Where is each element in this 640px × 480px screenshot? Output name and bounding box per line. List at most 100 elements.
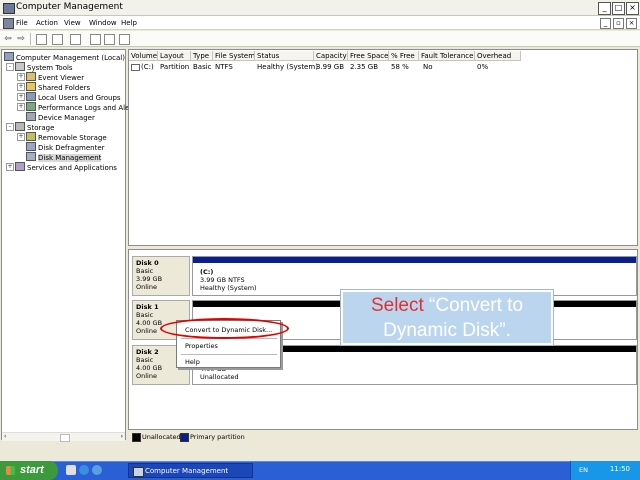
column-header-fault-tolerance[interactable]: Fault Tolerance [419, 51, 475, 61]
expand-icon[interactable]: + [17, 73, 25, 81]
language-indicator[interactable]: EN [579, 466, 588, 474]
minimize-button[interactable]: _ [598, 2, 611, 15]
toolbar-separator [30, 33, 31, 45]
column-header-overhead[interactable]: Overhead [475, 51, 521, 61]
tree-item-computer-management[interactable]: Computer Management (Local) [4, 52, 125, 62]
taskbar-item-computer-management[interactable]: Computer Management [128, 463, 253, 478]
disk-name: Disk 1 [136, 303, 159, 311]
scroll-left-icon[interactable]: ‹ [4, 433, 6, 440]
legend: Unallocated Primary partition [128, 431, 638, 442]
tree-item-services-applications[interactable]: Services and Applications [15, 162, 117, 172]
child-minimize-button[interactable]: _ [600, 18, 611, 29]
disk-state: Online [136, 327, 157, 335]
computer-icon [4, 52, 14, 61]
back-arrow-icon[interactable]: ⇦ [3, 34, 13, 44]
column-header-percent-free[interactable]: % Free [389, 51, 419, 61]
menu-window[interactable]: Window [89, 19, 117, 27]
menu-item-properties[interactable]: Properties [185, 342, 218, 350]
close-button[interactable]: × [626, 2, 639, 15]
partition-size: 3.99 GB NTFS [200, 276, 245, 284]
tree-item-disk-management[interactable]: Disk Management [26, 152, 102, 162]
disk-state: Online [136, 283, 157, 291]
disk-type: Basic [136, 267, 154, 275]
tree-item-removable-storage[interactable]: Removable Storage [26, 132, 107, 142]
menu-action[interactable]: Action [36, 19, 58, 27]
refresh-icon[interactable] [70, 34, 81, 45]
column-header-type[interactable]: Type [191, 51, 213, 61]
tree-item-event-viewer[interactable]: Event Viewer [26, 72, 84, 82]
mmc-menu-icon[interactable] [3, 18, 14, 29]
tree-item-label: Computer Management (Local) [16, 54, 125, 62]
expand-icon[interactable]: + [17, 133, 25, 141]
expand-icon[interactable]: + [17, 93, 25, 101]
menu-file[interactable]: File [16, 19, 28, 27]
show-desktop-icon[interactable] [66, 465, 76, 475]
media-player-icon[interactable] [92, 465, 102, 475]
column-header-file-system[interactable]: File System [213, 51, 255, 61]
tree-item-storage[interactable]: Storage [15, 122, 54, 132]
tree-item-device-manager[interactable]: Device Manager [26, 112, 95, 122]
cell-capacity: 3.99 GB [316, 63, 345, 71]
start-button[interactable]: start [0, 461, 58, 480]
show-hide-tree-icon[interactable] [52, 34, 63, 45]
expand-icon[interactable]: + [17, 103, 25, 111]
export-list-icon[interactable] [90, 34, 101, 45]
child-close-button[interactable]: × [626, 18, 637, 29]
tree-item-label: Removable Storage [38, 134, 107, 142]
tree-item-label: Services and Applications [27, 164, 117, 172]
computer-management-icon [133, 467, 144, 477]
tools-icon [15, 62, 25, 71]
tree-item-shared-folders[interactable]: Shared Folders [26, 82, 90, 92]
tree-item-label: Performance Logs and Alerts [38, 104, 139, 112]
volume-icon [131, 64, 140, 71]
child-restore-button[interactable]: ▫ [613, 18, 624, 29]
tree-horizontal-scrollbar[interactable]: ‹ › [2, 432, 125, 442]
tree-item-label: Event Viewer [38, 74, 85, 82]
windows-logo-icon [6, 466, 15, 475]
internet-explorer-icon[interactable] [79, 465, 89, 475]
users-icon [26, 92, 36, 101]
properties-icon[interactable] [104, 34, 115, 45]
menu-item-help[interactable]: Help [185, 358, 200, 366]
scroll-thumb[interactable] [60, 434, 70, 442]
menu-view[interactable]: View [64, 19, 81, 27]
tree-item-label: Shared Folders [38, 84, 91, 92]
collapse-icon[interactable]: - [6, 123, 14, 131]
column-header-volume[interactable]: Volume [129, 51, 158, 61]
disk-0-label[interactable]: Disk 0 Basic 3.99 GB Online [132, 256, 190, 296]
forward-arrow-icon[interactable]: ⇨ [16, 34, 26, 44]
help-icon[interactable] [119, 34, 130, 45]
menu-separator [181, 354, 277, 355]
maximize-button[interactable]: □ [612, 2, 625, 15]
clock[interactable]: 11:50 [610, 465, 630, 473]
tree-item-system-tools[interactable]: System Tools [15, 62, 73, 72]
disk-name: Disk 0 [136, 259, 159, 267]
cell-volume: (C:) [141, 63, 154, 71]
column-header-status[interactable]: Status [255, 51, 314, 61]
cell-free-space: 2.35 GB [350, 63, 379, 71]
console-tree: Computer Management (Local) - System Too… [1, 49, 139, 440]
defragmenter-icon [26, 142, 36, 151]
callout-line-1: Select “Convert to [343, 294, 551, 318]
tree-item-label: Disk Management [38, 154, 102, 162]
expand-icon[interactable]: + [17, 83, 25, 91]
cell-fault-tolerance: No [423, 63, 433, 71]
expand-icon[interactable]: + [6, 163, 14, 171]
partition-status: Unallocated [200, 373, 239, 381]
column-header-layout[interactable]: Layout [158, 51, 191, 61]
tree-item-local-users[interactable]: Local Users and Groups [26, 92, 121, 102]
cell-file-system: NTFS [215, 63, 233, 71]
tree-item-label: System Tools [27, 64, 73, 72]
partition-title: (C:) [200, 268, 214, 276]
collapse-icon[interactable]: - [6, 63, 14, 71]
disk-state: Online [136, 372, 157, 380]
up-folder-icon[interactable] [36, 34, 47, 45]
tree-item-disk-defragmenter[interactable]: Disk Defragmenter [26, 142, 105, 152]
tree-item-label: Storage [27, 124, 55, 132]
scroll-right-icon[interactable]: › [121, 433, 123, 440]
cell-type: Basic [193, 63, 212, 71]
tree-item-performance-logs[interactable]: Performance Logs and Alerts [26, 102, 139, 112]
column-header-free-space[interactable]: Free Space [348, 51, 389, 61]
column-header-capacity[interactable]: Capacity [314, 51, 348, 61]
menu-help[interactable]: Help [121, 19, 137, 27]
